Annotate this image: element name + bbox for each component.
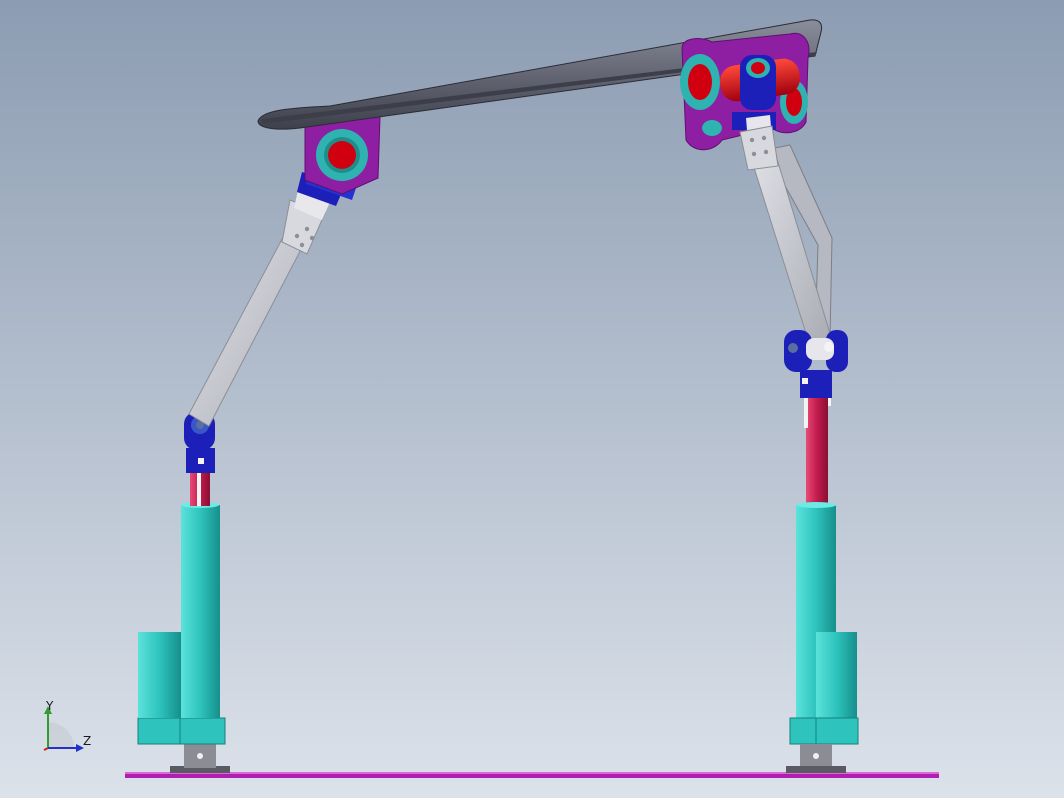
left-top-bracket[interactable] bbox=[304, 114, 381, 195]
triad-y-label: Y bbox=[45, 699, 54, 713]
right-actuator-rod[interactable] bbox=[804, 398, 828, 506]
left-actuator-rod[interactable] bbox=[190, 472, 210, 506]
mechanism-model-view[interactable]: Y Z bbox=[0, 0, 1064, 798]
triad-z-label: Z bbox=[83, 734, 91, 748]
cad-viewport[interactable]: Y Z bbox=[0, 0, 1064, 798]
